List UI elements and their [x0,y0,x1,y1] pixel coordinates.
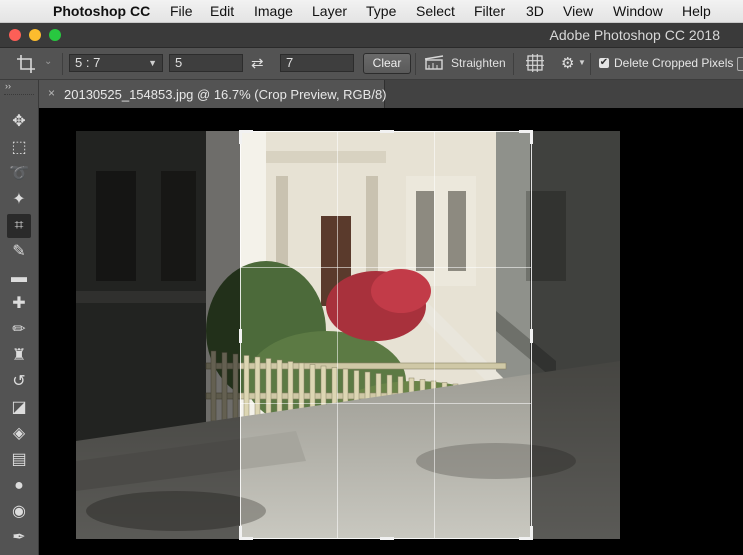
menu-layer[interactable]: Layer [312,3,347,19]
lasso-tool[interactable]: ➰ [7,162,31,186]
healing-brush-tool[interactable]: ✚ [7,292,31,316]
zoom-window-button[interactable] [49,29,61,41]
gear-icon[interactable]: ⚙ [561,54,574,72]
pen-tool[interactable]: ✒ [7,526,31,550]
menu-window[interactable]: Window [613,3,663,19]
tool-preset-caret-icon[interactable]: ⌄ [44,56,52,67]
options-divider [415,53,416,75]
clone-stamp-tool[interactable]: ♜ [7,344,31,368]
delete-cropped-pixels-label: Delete Cropped Pixels [614,56,734,70]
gradient-tool[interactable]: ▤ [7,448,31,472]
crop-handle-top-left[interactable] [239,130,242,144]
straighten-button[interactable]: Straighten [451,56,506,70]
panel-grip[interactable] [4,94,34,97]
ratio-preset-select[interactable]: 5 : 7 ▼ [69,54,163,72]
crop-height-input[interactable]: 7 [280,54,354,72]
menu-view[interactable]: View [563,3,593,19]
crop-shield-left [76,131,240,539]
crop-handle-bottom-right[interactable] [530,526,533,540]
crop-handle-top[interactable] [380,130,394,133]
marquee-tool[interactable]: ⬚ [7,136,31,160]
content-aware-checkbox[interactable] [737,57,743,71]
crop-shield-right [530,131,620,539]
ratio-preset-value: 5 : 7 [75,55,101,70]
menu-3d[interactable]: 3D [526,3,544,19]
menu-type[interactable]: Type [366,3,396,19]
menu-filter[interactable]: Filter [474,3,505,19]
crop-handle-bottom-left[interactable] [239,526,242,540]
menu-file[interactable]: File [170,3,193,19]
crop-box[interactable] [239,130,533,540]
crop-width-input[interactable]: 5 [169,54,243,72]
window-title: Adobe Photoshop CC 2018 [549,27,720,43]
move-tool[interactable]: ✥ [7,110,31,134]
document-tab-title: 20130525_154853.jpg @ 16.7% (Crop Previe… [64,87,387,102]
collapse-panel-icon[interactable]: ›› [5,81,11,91]
brush-tool[interactable]: ✏ [7,318,31,342]
menu-image[interactable]: Image [254,3,293,19]
document-tab[interactable]: × 20130525_154853.jpg @ 16.7% (Crop Prev… [39,80,387,108]
grid-overlay-icon[interactable] [526,54,544,75]
chevron-down-icon[interactable]: ▼ [578,58,586,67]
blur-tool[interactable]: ● [7,474,31,498]
options-bar: ⌄ 5 : 7 ▼ 5 ⇄ 7 Clear Straighten ⚙ ▼ ✔ D… [0,48,743,80]
options-divider [62,53,63,75]
crop-handle-left[interactable] [239,329,242,343]
menu-select[interactable]: Select [416,3,455,19]
swap-arrows-icon[interactable]: ⇄ [251,54,264,72]
history-brush-tool[interactable]: ↺ [7,370,31,394]
options-divider [513,53,514,75]
crop-icon[interactable] [16,54,38,74]
eyedropper-tool[interactable]: ✎ [7,240,31,264]
paint-bucket-tool[interactable]: ◈ [7,422,31,446]
crop-grid-line [241,267,531,268]
window-title-bar: Adobe Photoshop CC 2018 [0,23,743,48]
crop-grid-line [337,132,338,538]
delete-cropped-pixels-checkbox[interactable]: ✔ [599,58,609,68]
eraser-tool[interactable]: ◪ [7,396,31,420]
menu-edit[interactable]: Edit [210,3,234,19]
menu-bar: Photoshop CC File Edit Image Layer Type … [0,0,743,23]
crop-grid-line [434,132,435,538]
app-menu[interactable]: Photoshop CC [53,3,150,19]
minimize-window-button[interactable] [29,29,41,41]
close-tab-icon[interactable]: × [48,86,55,100]
canvas-area[interactable] [39,108,743,555]
options-divider [590,53,591,75]
crop-grid-line [241,403,531,404]
ruler-tool[interactable]: ▬ [7,266,31,290]
crop-tool[interactable]: ⌗ [7,214,31,238]
chevron-down-icon: ▼ [148,58,157,68]
dodge-tool[interactable]: ◉ [7,500,31,524]
close-window-button[interactable] [9,29,21,41]
crop-handle-bottom[interactable] [380,537,394,540]
menu-help[interactable]: Help [682,3,711,19]
crop-handle-top-right[interactable] [530,130,533,144]
clear-button[interactable]: Clear [363,53,411,74]
tools-panel: ›› ✥ ⬚ ➰ ✦ ⌗ ✎ ▬ ✚ ✏ ♜ ↺ ◪ ◈ ▤ ● ◉ ✒ [0,80,39,555]
document-tab-bar: × 20130525_154853.jpg @ 16.7% (Crop Prev… [39,80,743,108]
crop-handle-right[interactable] [530,329,533,343]
straighten-icon[interactable] [424,55,444,74]
magic-wand-tool[interactable]: ✦ [7,188,31,212]
